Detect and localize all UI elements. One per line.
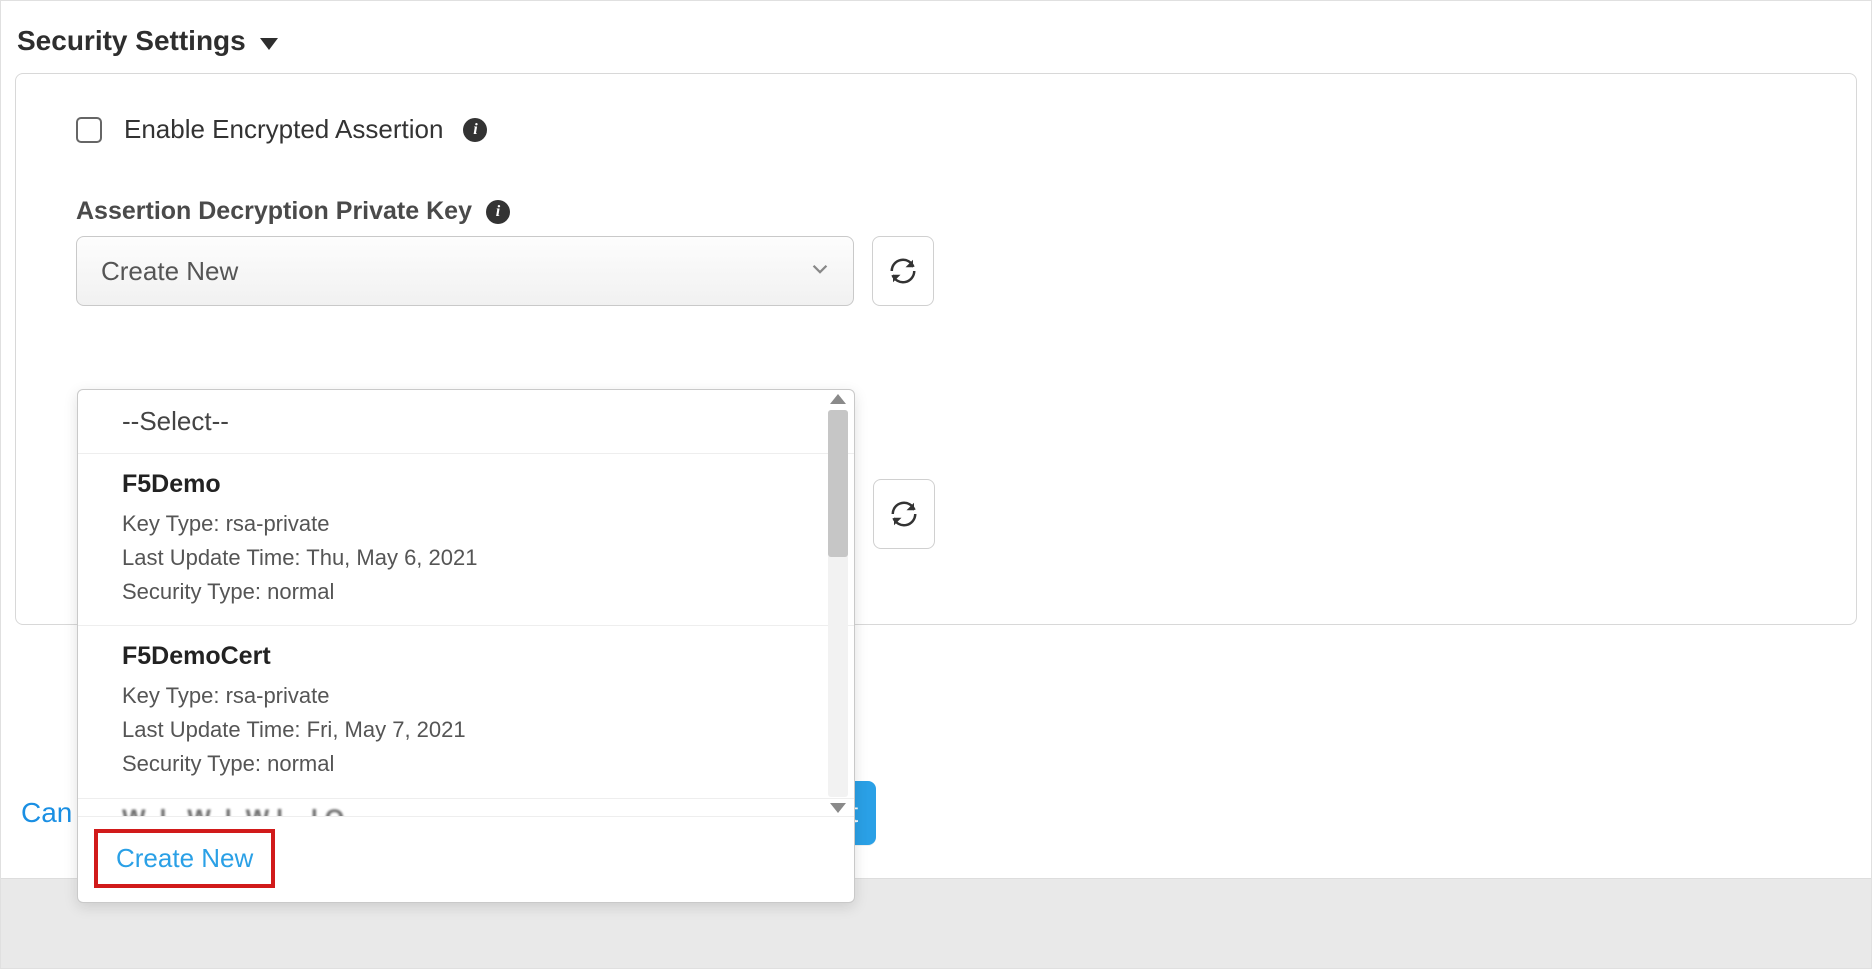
refresh-button[interactable]: [872, 236, 934, 306]
key-type-label: Key Type:: [122, 683, 219, 708]
dropdown-option-label: --Select--: [122, 406, 229, 436]
dropdown-option-placeholder[interactable]: --Select--: [78, 390, 854, 454]
enable-encrypted-assertion-checkbox[interactable]: [76, 117, 102, 143]
info-icon[interactable]: i: [486, 200, 510, 224]
scroll-thumb[interactable]: [828, 410, 848, 557]
chevron-down-icon: [809, 256, 831, 287]
option-title: F5Demo: [122, 470, 826, 499]
assertion-key-select[interactable]: Create New: [76, 236, 854, 306]
info-icon[interactable]: i: [463, 118, 487, 142]
last-update-label: Last Update Time:: [122, 545, 301, 570]
last-update-value: Thu, May 6, 2021: [306, 545, 477, 570]
assertion-key-dropdown: --Select-- F5Demo Key Type: rsa-private …: [77, 389, 855, 903]
refresh-icon: [888, 256, 918, 286]
enable-encrypted-assertion-label: Enable Encrypted Assertion: [124, 114, 443, 145]
select-value: Create New: [101, 256, 238, 287]
section-title: Security Settings: [17, 25, 246, 57]
scroll-up-icon[interactable]: [830, 394, 846, 404]
cancel-link[interactable]: Can: [21, 797, 72, 829]
key-type-label: Key Type:: [122, 511, 219, 536]
dropdown-scrollbar[interactable]: [826, 394, 850, 813]
key-type-value: rsa-private: [226, 683, 330, 708]
refresh-icon: [889, 499, 919, 529]
security-type-label: Security Type:: [122, 579, 261, 604]
security-type-label: Security Type:: [122, 751, 261, 776]
dropdown-option[interactable]: F5Demo Key Type: rsa-private Last Update…: [78, 454, 854, 626]
dropdown-option[interactable]: W l W l W l l O: [78, 799, 854, 817]
option-title: F5DemoCert: [122, 642, 826, 671]
caret-down-icon: [260, 38, 278, 50]
scroll-track[interactable]: [828, 410, 848, 797]
last-update-value: Fri, May 7, 2021: [307, 717, 466, 742]
assertion-key-field-label: Assertion Decryption Private Key: [76, 197, 472, 226]
security-type-value: normal: [267, 579, 334, 604]
option-title: W l W l W l l O: [122, 805, 826, 817]
create-new-option[interactable]: Create New: [94, 829, 275, 888]
dropdown-option[interactable]: F5DemoCert Key Type: rsa-private Last Up…: [78, 626, 854, 798]
section-header[interactable]: Security Settings: [1, 1, 1871, 65]
security-type-value: normal: [267, 751, 334, 776]
key-type-value: rsa-private: [226, 511, 330, 536]
scroll-down-icon[interactable]: [830, 803, 846, 813]
last-update-label: Last Update Time:: [122, 717, 301, 742]
refresh-button[interactable]: [873, 479, 935, 549]
